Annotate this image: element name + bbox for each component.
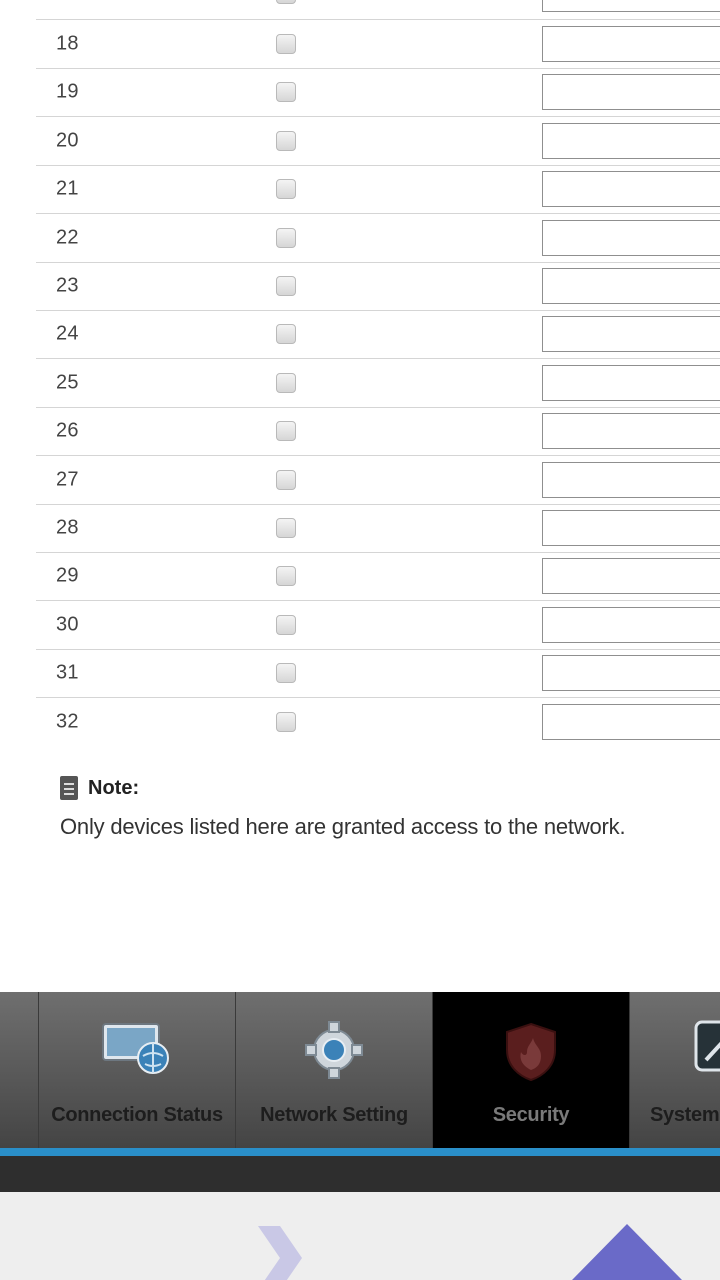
row-checkbox[interactable] <box>276 276 296 296</box>
tab-label: Network Setting <box>260 1104 408 1126</box>
note-text: Only devices listed here are granted acc… <box>60 814 626 839</box>
row-number: 23 <box>56 274 79 297</box>
scroll-up-arrow-icon[interactable] <box>572 1224 682 1280</box>
monitor-globe-icon <box>99 1020 175 1081</box>
row-number: 25 <box>56 371 79 394</box>
row-checkbox[interactable] <box>276 130 296 151</box>
mac-address-input[interactable] <box>542 268 720 304</box>
mac-address-input[interactable] <box>542 606 720 643</box>
system-tools-icon <box>694 1020 720 1081</box>
note-title: Note: <box>88 776 140 799</box>
row-checkbox[interactable] <box>276 614 296 635</box>
shield-icon <box>501 1020 561 1089</box>
row-checkbox[interactable] <box>276 372 296 393</box>
tab-connection-status[interactable]: Connection Status <box>38 992 235 1148</box>
row-number: 24 <box>56 322 79 345</box>
table-row: 24 <box>36 310 720 358</box>
mac-address-input[interactable] <box>542 316 720 353</box>
table-row-partial <box>36 0 720 18</box>
row-checkbox[interactable] <box>276 324 296 345</box>
tab-partial-left[interactable] <box>0 992 38 1148</box>
mac-address-input[interactable] <box>542 703 720 740</box>
row-number: 18 <box>56 32 79 55</box>
tab-label: Security <box>492 1104 570 1126</box>
row-checkbox[interactable] <box>276 711 296 732</box>
chevron-right-icon[interactable] <box>248 1226 308 1280</box>
mac-address-input[interactable] <box>542 74 720 111</box>
table-row: 32 <box>36 698 720 746</box>
row-checkbox[interactable] <box>276 469 296 490</box>
row-number: 20 <box>56 129 79 152</box>
row-number: 31 <box>56 661 79 684</box>
table-row: 30 <box>36 601 720 649</box>
mac-address-input[interactable] <box>542 655 720 692</box>
table-row: 25 <box>36 359 720 407</box>
row-number: 32 <box>56 710 79 733</box>
row-number: 30 <box>56 613 79 636</box>
table-row: 31 <box>36 649 720 697</box>
tab-network-setting[interactable]: Network Setting <box>235 992 432 1148</box>
mac-address-input[interactable] <box>542 26 720 62</box>
mac-address-input[interactable] <box>542 122 720 159</box>
tab-security[interactable]: Security <box>432 992 629 1148</box>
row-number: 28 <box>56 516 79 539</box>
note-header: Note: <box>60 776 700 800</box>
row-checkbox[interactable] <box>276 663 296 684</box>
table-row: 26 <box>36 407 720 455</box>
mac-address-input[interactable] <box>542 364 720 401</box>
document-icon <box>60 776 78 800</box>
row-checkbox[interactable] <box>276 421 296 442</box>
bottom-tab-bar: Connection Status Network Setting Securi… <box>0 992 720 1148</box>
mac-address-input[interactable] <box>542 219 720 256</box>
row-checkbox[interactable] <box>276 82 296 103</box>
device-table: 18 19 20 21 22 23 24 25 26 27 28 29 30 31 32 <box>36 0 720 740</box>
tab-label: Connection Status <box>51 1104 223 1126</box>
mac-address-input[interactable] <box>542 171 720 208</box>
mac-address-input[interactable] <box>542 510 720 546</box>
footer-nav <box>0 1192 720 1280</box>
row-number: 29 <box>56 564 79 587</box>
mac-address-input[interactable] <box>542 461 720 498</box>
table-row: 21 <box>36 165 720 213</box>
row-checkbox[interactable] <box>276 179 296 200</box>
tab-system[interactable]: System <box>629 992 720 1148</box>
table-row: 23 <box>36 262 720 310</box>
table-row: 27 <box>36 456 720 504</box>
row-number: 19 <box>56 80 79 103</box>
row-number: 22 <box>56 226 79 249</box>
table-row: 18 <box>36 20 720 68</box>
status-bar-strip <box>0 1156 720 1192</box>
row-checkbox[interactable] <box>276 518 296 538</box>
tab-label: System <box>650 1104 720 1126</box>
row-checkbox[interactable] <box>276 566 296 587</box>
accent-line <box>0 1148 720 1156</box>
note-box: Note: Only devices listed here are grant… <box>60 776 700 840</box>
mac-address-input[interactable] <box>542 0 720 12</box>
mac-address-input[interactable] <box>542 413 720 450</box>
mac-address-input[interactable] <box>542 558 720 595</box>
row-number: 26 <box>56 419 79 442</box>
table-row: 29 <box>36 552 720 600</box>
gear-icon <box>304 1020 364 1085</box>
table-row: 20 <box>36 117 720 165</box>
row-checkbox[interactable] <box>276 227 296 248</box>
table-row: 28 <box>36 504 720 552</box>
table-row: 22 <box>36 214 720 262</box>
table-row: 19 <box>36 68 720 116</box>
row-checkbox[interactable] <box>276 34 296 54</box>
row-checkbox[interactable] <box>276 0 296 4</box>
row-number: 21 <box>56 177 79 200</box>
row-number: 27 <box>56 468 79 491</box>
